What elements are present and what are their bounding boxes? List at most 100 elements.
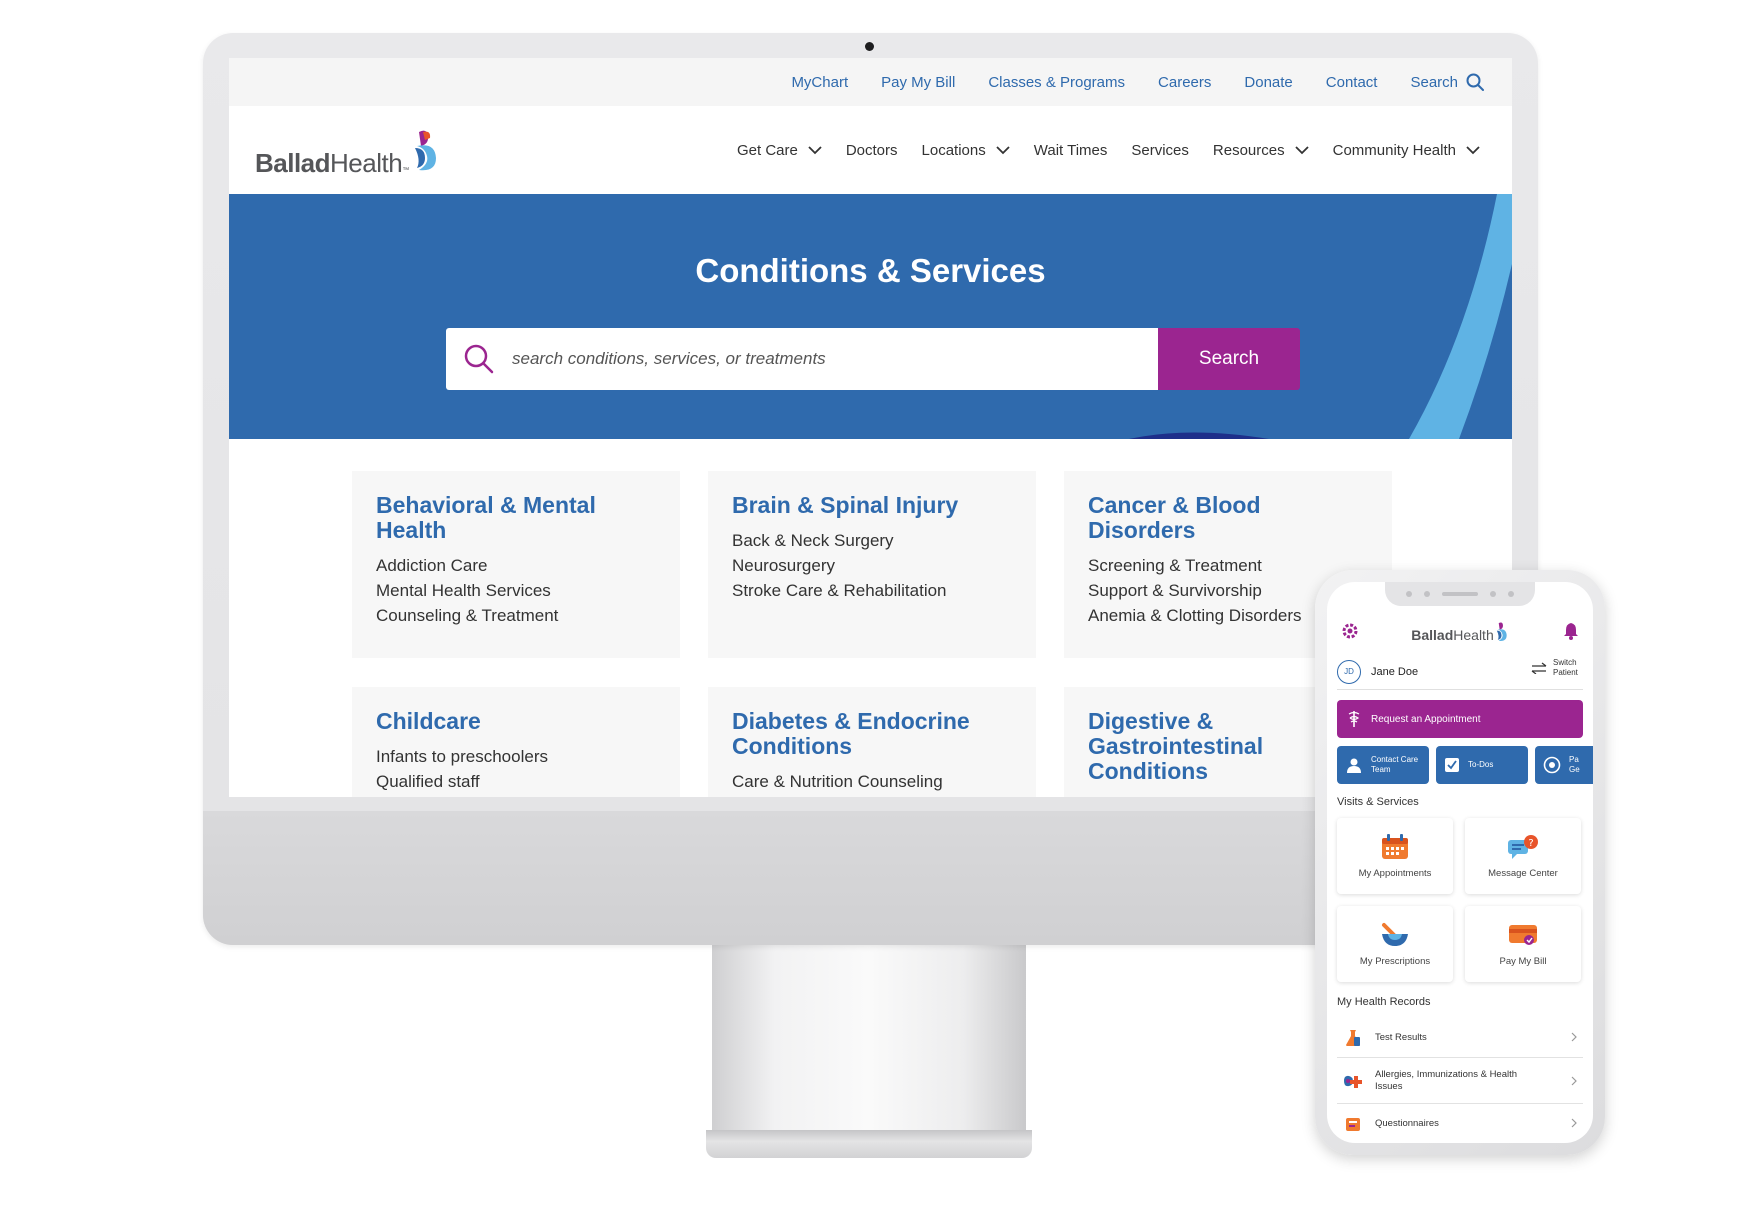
card-item[interactable]: Stroke Care & Rehabilitation: [732, 578, 1012, 603]
nav-get-care[interactable]: Get Care: [737, 142, 822, 159]
tile-label: My Prescriptions: [1359, 955, 1431, 967]
card-brain-spinal-injury[interactable]: Brain & Spinal Injury Back & Neck Surger…: [708, 471, 1036, 658]
main-nav-items: Get Care Doctors Locations Wait Times Se…: [737, 106, 1480, 194]
card-item[interactable]: Neurosurgery: [732, 553, 1012, 578]
nav-label: Resources: [1212, 141, 1285, 159]
nav-doctors[interactable]: Doctors: [846, 142, 898, 159]
request-appointment-label: Request an Appointment: [1371, 713, 1481, 725]
avatar[interactable]: JD: [1337, 659, 1361, 684]
card-title[interactable]: Childcare: [376, 709, 656, 734]
svg-text:?: ?: [1528, 838, 1533, 849]
gear-icon[interactable]: [1341, 622, 1359, 640]
checkbox-icon: [1445, 758, 1459, 772]
nav-label: Get Care: [736, 141, 798, 159]
visits-section-title: Visits & Services: [1337, 796, 1419, 808]
card-item[interactable]: Back & Neck Surgery: [732, 528, 1012, 553]
record-test-results[interactable]: Test Results: [1337, 1018, 1583, 1058]
calendar-icon: [1382, 833, 1408, 859]
card-item[interactable]: Addiction Care: [376, 553, 656, 578]
nav-wait-times[interactable]: Wait Times: [1034, 142, 1108, 159]
card-item[interactable]: Qualified staff: [376, 769, 656, 794]
chevron-down-icon: [808, 145, 822, 154]
bell-icon[interactable]: [1563, 622, 1579, 640]
tile-label: Pay My Bill: [1499, 955, 1547, 967]
patient-name: Jane Doe: [1371, 665, 1419, 678]
nav-label: Locations: [921, 141, 986, 159]
card-item[interactable]: Infants to preschoolers: [376, 744, 656, 769]
chevron-right-icon: [1571, 1076, 1577, 1086]
logo-mark-icon: [1496, 622, 1507, 641]
nav-community-health[interactable]: Community Health: [1333, 142, 1480, 159]
main-nav: BalladHealth™ Get Care Doctors Locations…: [229, 106, 1512, 194]
record-questionnaires[interactable]: Questionnaires: [1337, 1104, 1583, 1143]
visits-tiles: My Appointments ? Message Center My Pres…: [1337, 818, 1583, 982]
request-appointment-button[interactable]: Request an Appointment: [1337, 700, 1583, 738]
quick-actions: Contact Care Team To-Dos Pa Ge: [1337, 746, 1593, 786]
monitor-stand-neck: [712, 945, 1026, 1135]
card-diabetes-endocrine[interactable]: Diabetes & Endocrine Conditions Care & N…: [708, 687, 1036, 797]
nav-locations[interactable]: Locations: [922, 142, 1010, 159]
records-section-title: My Health Records: [1337, 996, 1431, 1008]
nav-services[interactable]: Services: [1131, 142, 1189, 159]
search-submit-button[interactable]: Search: [1158, 328, 1300, 390]
message-icon: ?: [1508, 834, 1538, 859]
nav-label: Wait Times: [1033, 141, 1108, 159]
logo-mark-icon: [414, 130, 436, 171]
card-title[interactable]: Cancer & Blood Disorders: [1088, 493, 1368, 543]
quick-action-partial[interactable]: Pa Ge: [1535, 746, 1593, 784]
card-title[interactable]: Diabetes & Endocrine Conditions: [732, 709, 1012, 759]
page-title: Conditions & Services: [695, 252, 1046, 289]
tile-message-center[interactable]: ? Message Center: [1465, 818, 1581, 894]
tile-my-appointments[interactable]: My Appointments: [1337, 818, 1453, 894]
chevron-down-icon: [1294, 145, 1309, 154]
utility-link-pay-my-bill[interactable]: Pay My Bill: [881, 74, 955, 91]
switch-patient-button[interactable]: Switch Patient: [1531, 658, 1583, 678]
card-behavioral-mental-health[interactable]: Behavioral & Mental Health Addiction Car…: [352, 471, 680, 658]
card-title[interactable]: Brain & Spinal Injury: [732, 493, 1012, 518]
tile-my-prescriptions[interactable]: My Prescriptions: [1337, 906, 1453, 982]
phone-notch: [1385, 582, 1535, 606]
utility-link-careers[interactable]: Careers: [1158, 74, 1211, 91]
hero-banner: Conditions & Services Search: [229, 194, 1512, 439]
card-item[interactable]: Mental Health Services: [376, 578, 656, 603]
utility-link-classes[interactable]: Classes & Programs: [988, 74, 1125, 91]
tile-pay-my-bill[interactable]: Pay My Bill: [1465, 906, 1581, 982]
health-cross-icon: [1344, 1075, 1362, 1088]
card-item[interactable]: Screening & Treatment: [1088, 553, 1368, 578]
mobile-screen: BalladHealth JD Jane Doe Switch Patient: [1327, 582, 1593, 1143]
chevron-right-icon: [1571, 1032, 1577, 1042]
record-label: Test Results: [1375, 1031, 1427, 1043]
ballad-health-logo[interactable]: BalladHealth™: [255, 126, 441, 176]
record-allergies-immunizations[interactable]: Allergies, Immunizations & Health Issues: [1337, 1058, 1583, 1104]
tile-label: My Appointments: [1358, 867, 1432, 879]
quick-to-dos[interactable]: To-Dos: [1436, 746, 1528, 784]
nav-label: Community Health: [1332, 141, 1456, 159]
utility-link-mychart[interactable]: MyChart: [791, 74, 848, 91]
card-item[interactable]: Care & Nutrition Counseling: [732, 769, 1012, 794]
quick-label: Pa Ge: [1569, 755, 1580, 774]
mortar-pestle-icon: [1382, 922, 1408, 946]
care-team-icon: [1347, 758, 1361, 773]
card-title[interactable]: Behavioral & Mental Health: [376, 493, 656, 543]
utility-links: MyChart Pay My Bill Classes & Programs C…: [791, 58, 1484, 106]
switch-patient-label: Switch Patient: [1553, 658, 1578, 677]
chevron-right-icon: [1571, 1118, 1577, 1128]
utility-search-button[interactable]: Search: [1410, 73, 1484, 91]
nav-label: Services: [1131, 141, 1189, 159]
search-icon: [1466, 73, 1484, 91]
nav-resources[interactable]: Resources: [1213, 142, 1309, 159]
conditions-search-box: [446, 328, 1158, 390]
quick-contact-care-team[interactable]: Contact Care Team: [1337, 746, 1429, 784]
chevron-down-icon: [996, 145, 1010, 154]
conditions-search-input[interactable]: [512, 349, 1112, 369]
flask-icon: [1346, 1029, 1360, 1046]
logo-text: BalladHealth™: [255, 148, 409, 178]
clipboard-icon: [1346, 1118, 1360, 1131]
utility-link-donate[interactable]: Donate: [1244, 74, 1292, 91]
card-item[interactable]: Counseling & Treatment: [376, 603, 656, 628]
utility-link-contact[interactable]: Contact: [1326, 74, 1378, 91]
caduceus-icon: [1348, 711, 1360, 727]
quick-label: Contact Care Team: [1371, 755, 1419, 774]
card-childcare[interactable]: Childcare Infants to preschoolers Qualif…: [352, 687, 680, 797]
camera-dot: [865, 42, 874, 51]
